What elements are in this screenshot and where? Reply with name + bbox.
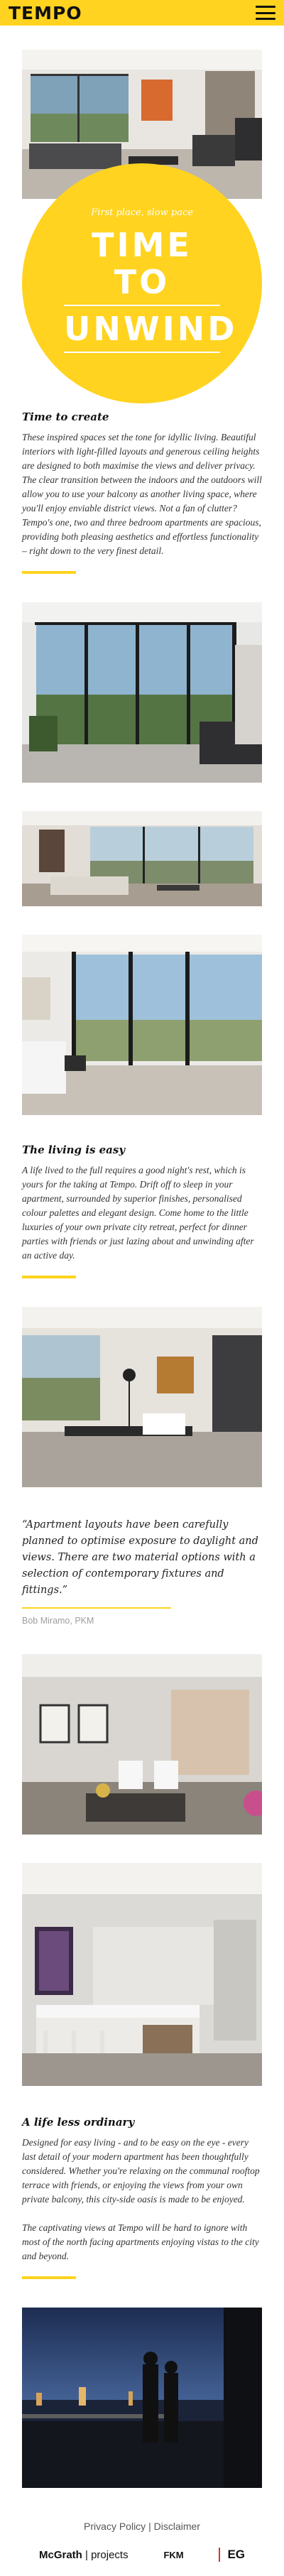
partner-logos: McGrath | projects FKM EG <box>39 2548 245 2562</box>
section-body: A life lived to the full requires a good… <box>22 1165 254 1261</box>
kitchen-image <box>22 1863 262 2086</box>
section-create: Time to create These inspired spaces set… <box>0 411 284 574</box>
hero-title-line2: UNWIND <box>64 310 238 348</box>
hero: First place, slow pace TIME TO UNWIND <box>0 31 284 403</box>
brand-logo[interactable]: TEMPO <box>9 3 82 23</box>
footer-separator: | <box>148 2521 151 2532</box>
section-ordinary: A life less ordinary Designed for easy l… <box>0 2116 284 2279</box>
testimonial-quote: “Apartment layouts have been carefully p… <box>22 1519 258 1596</box>
yellow-rule <box>22 1276 76 1278</box>
section-heading: The living is easy <box>22 1143 126 1156</box>
gallery-7 <box>0 2308 284 2488</box>
section-body: These inspired spaces set the tone for i… <box>22 432 262 556</box>
section-body-2: The captivating views at Tempo will be h… <box>22 2222 259 2261</box>
quote-divider <box>22 1607 171 1609</box>
section-easy: The living is easy A life lived to the f… <box>0 1143 284 1278</box>
hero-yellow-circle: First place, slow pace TIME TO UNWIND <box>22 163 262 403</box>
hero-kicker: First place, slow pace <box>91 207 193 218</box>
gallery-2 <box>0 811 284 906</box>
disclaimer-link[interactable]: Disclaimer <box>154 2521 200 2532</box>
hero-title-line1: TIME TO <box>92 226 192 301</box>
section-body-1: Designed for easy living - and to be eas… <box>22 2137 260 2205</box>
mcgrath-projects-logo: McGrath | projects <box>39 2548 129 2561</box>
yellow-rule <box>22 571 76 574</box>
hero-title-underline <box>64 352 220 353</box>
eg-logo: EG <box>219 2548 245 2562</box>
yellow-rule <box>22 2276 76 2279</box>
testimonial-author: Bob Miramo, PKM <box>22 1616 94 1626</box>
gallery-6 <box>0 1863 284 2086</box>
balcony-door-image <box>22 602 262 783</box>
privacy-policy-link[interactable]: Privacy Policy <box>84 2521 146 2532</box>
bedroom-view-image <box>22 935 262 1115</box>
hero-title-divider <box>64 305 220 306</box>
gallery-3 <box>0 935 284 1115</box>
rooftop-night-image <box>22 2308 262 2488</box>
footer-links: Privacy Policy | Disclaimer <box>0 2521 284 2532</box>
gallery-5 <box>0 1654 284 1835</box>
gallery-1 <box>0 602 284 783</box>
section-heading: A life less ordinary <box>22 2116 135 2129</box>
gallery-4 <box>0 1307 284 1487</box>
living-room-image <box>22 811 262 906</box>
lounge-image <box>22 1654 262 1835</box>
top-bar: TEMPO <box>0 0 284 26</box>
section-heading: Time to create <box>22 411 109 423</box>
dining-room-image <box>22 1307 262 1487</box>
fkm-logo: FKM <box>163 2549 184 2560</box>
testimonial: “Apartment layouts have been carefully p… <box>0 1517 284 1626</box>
footer: Privacy Policy | Disclaimer McGrath | pr… <box>0 2521 284 2576</box>
hamburger-menu-icon[interactable] <box>256 6 275 20</box>
